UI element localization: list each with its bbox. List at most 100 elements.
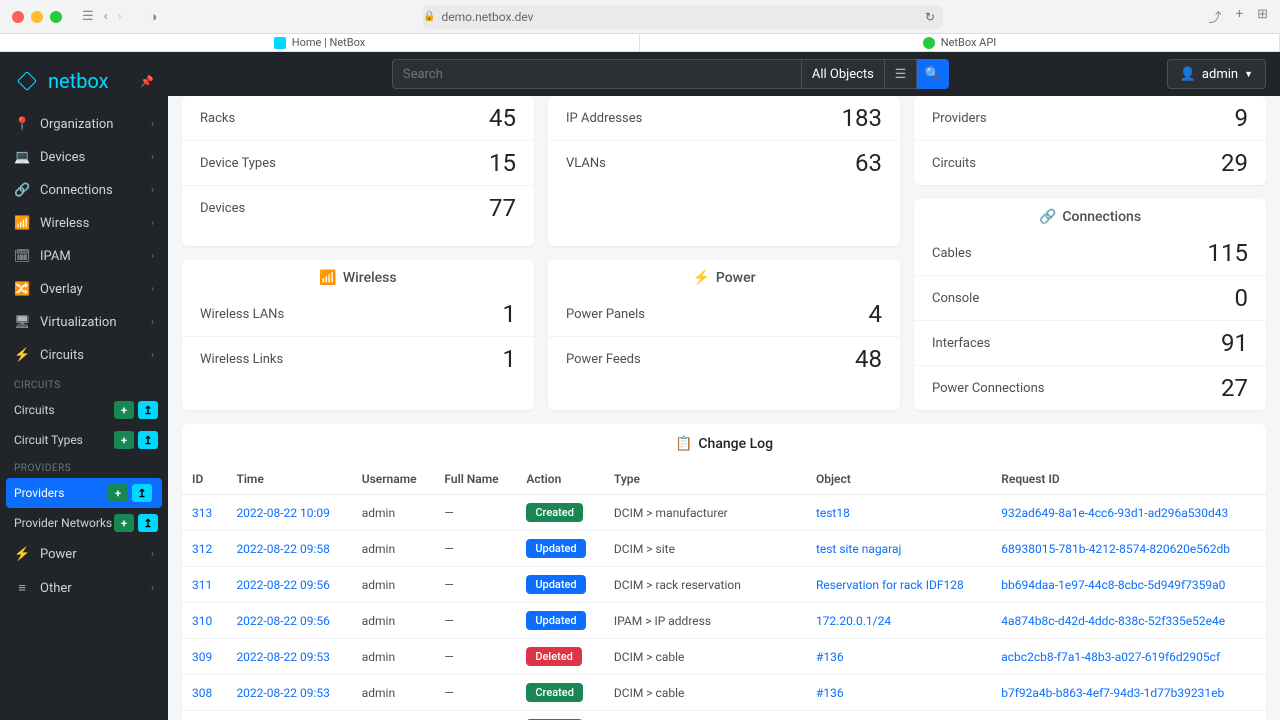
forward-icon[interactable]: › (118, 9, 122, 24)
sidebar-sub-provider-networks[interactable]: Provider Networks+↥ (0, 508, 168, 538)
pin-icon[interactable]: 📌 (140, 75, 154, 88)
sidebar-item-other[interactable]: ≡Other› (0, 571, 168, 605)
chevron-right-icon: › (151, 218, 154, 229)
changelog-time-link[interactable]: 2022-08-22 10:09 (226, 495, 351, 531)
changelog-request-link[interactable]: 4a874b8c-d42d-4ddc-838c-52f335e52e4e (991, 603, 1266, 639)
power-icon: ⚡ (14, 547, 30, 562)
minimize-window-icon[interactable] (31, 11, 43, 23)
stat-row[interactable]: Providers9 (914, 96, 1266, 140)
sidebar-item-connections[interactable]: 🔗Connections› (0, 174, 168, 207)
changelog-object-link[interactable]: Michael Scott (Primary) (806, 711, 991, 720)
stat-value: 115 (1208, 239, 1248, 267)
stat-label: Cables (932, 246, 972, 261)
add-provider-button[interactable]: + (108, 484, 128, 502)
browser-tab-2[interactable]: NetBox API (640, 34, 1280, 51)
changelog-id-link[interactable]: 313 (182, 495, 226, 531)
stat-row[interactable]: Circuits29 (914, 140, 1266, 185)
changelog-time-link[interactable]: 2022-08-22 09:56 (226, 567, 351, 603)
stat-row[interactable]: Device Types15 (182, 140, 534, 185)
stat-row[interactable]: Cables 115 (914, 231, 1266, 275)
changelog-time-link[interactable]: 2022-08-22 09:58 (226, 531, 351, 567)
changelog-id-link[interactable]: 307 (182, 711, 226, 720)
changelog-time-link[interactable]: 2022-08-22 09:56 (226, 603, 351, 639)
add-provider-network-button[interactable]: + (114, 514, 134, 532)
stat-row[interactable]: VLANs63 (548, 140, 900, 185)
changelog-time-link[interactable]: 2022-08-22 09:53 (226, 639, 351, 675)
sidebar-sub-circuit-types[interactable]: Circuit Types+↥ (0, 425, 168, 455)
stat-row[interactable]: Racks45 (182, 96, 534, 140)
search-input[interactable] (392, 59, 802, 89)
stat-value: 9 (1235, 104, 1249, 132)
browser-tab-1[interactable]: Home | NetBox (0, 34, 640, 51)
import-circuit-type-button[interactable]: ↥ (138, 431, 158, 449)
sidebar-item-virtualization[interactable]: 🖥Virtualization› (0, 306, 168, 339)
changelog-object-link[interactable]: Reservation for rack IDF128 (806, 567, 991, 603)
add-circuit-type-button[interactable]: + (114, 431, 134, 449)
new-tab-icon[interactable]: + (1236, 7, 1243, 26)
stat-label: Console (932, 291, 979, 306)
stat-row[interactable]: Power Feeds48 (548, 336, 900, 381)
stat-row[interactable]: Power Panels4 (548, 292, 900, 336)
topbar: All Objects ☰ 🔍 👤admin▼ (168, 52, 1280, 96)
stat-row[interactable]: Power Connections27 (914, 365, 1266, 410)
close-window-icon[interactable] (12, 11, 24, 23)
changelog-object-link[interactable]: #136 (806, 675, 991, 711)
sidebar-item-overlay[interactable]: 🔀Overlay› (0, 273, 168, 306)
sidebar-item-devices[interactable]: 💻Devices› (0, 141, 168, 174)
shield-icon[interactable]: ◑ (149, 9, 157, 25)
share-icon[interactable]: ⤴ (1209, 7, 1222, 26)
changelog-id-link[interactable]: 308 (182, 675, 226, 711)
stat-label: Racks (200, 111, 235, 126)
changelog-object-link[interactable]: test site nagaraj (806, 531, 991, 567)
changelog-id-link[interactable]: 312 (182, 531, 226, 567)
changelog-request-link[interactable]: bb694daa-1e97-44c8-8cbc-5d949f7359a0 (991, 567, 1266, 603)
refresh-icon[interactable]: ↻ (925, 10, 943, 24)
sidebar-item-wireless[interactable]: 📶Wireless› (0, 207, 168, 240)
logo[interactable]: netbox 📌 (0, 60, 168, 108)
changelog-card: 📋Change Log IDTimeUsernameFull NameActio… (182, 424, 1266, 720)
changelog-time-link[interactable]: 2022-08-22 09:53 (226, 675, 351, 711)
sidebar-item-organization[interactable]: 📍Organization› (0, 108, 168, 141)
stat-value: 29 (1221, 149, 1248, 177)
changelog-request-link[interactable]: b7f92a4b-b863-4ef7-94d3-1d77b39231eb (991, 675, 1266, 711)
stat-row[interactable]: IP Addresses183 (548, 96, 900, 140)
changelog-object-link[interactable]: test18 (806, 495, 991, 531)
changelog-object-link[interactable]: 172.20.0.1/24 (806, 603, 991, 639)
sidebar-item-ipam[interactable]: 🗓IPAM› (0, 240, 168, 273)
stat-row[interactable]: Wireless Links1 (182, 336, 534, 381)
changelog-request-link[interactable]: acbc2cb8-f7a1-48b3-a027-619f6d2905cf (991, 639, 1266, 675)
sidebar-item-power[interactable]: ⚡Power› (0, 538, 168, 571)
sidebar-toggle-icon[interactable]: ☰ (82, 9, 94, 24)
search-scope-select[interactable]: All Objects (802, 59, 885, 89)
search-submit-button[interactable]: 🔍 (917, 59, 949, 89)
sidebar-sub-circuits[interactable]: Circuits+↥ (0, 395, 168, 425)
changelog-id-link[interactable]: 310 (182, 603, 226, 639)
maximize-window-icon[interactable] (50, 11, 62, 23)
import-provider-network-button[interactable]: ↥ (138, 514, 158, 532)
import-provider-button[interactable]: ↥ (132, 484, 152, 502)
stat-row[interactable]: Wireless LANs1 (182, 292, 534, 336)
import-circuit-button[interactable]: ↥ (138, 401, 158, 419)
stat-row[interactable]: Devices77 (182, 185, 534, 230)
changelog-request-link[interactable]: 68938015-781b-4212-8574-820620e562db (991, 531, 1266, 567)
changelog-time-link[interactable]: 2022-08-22 09:51 (226, 711, 351, 720)
url-bar[interactable]: 🔒 demo.netbox.dev ↻ (423, 5, 943, 29)
chevron-right-icon: › (151, 152, 154, 163)
changelog-request-link[interactable]: 932ad649-8a1e-4cc6-93d1-ad296a530d43 (991, 495, 1266, 531)
changelog-request-link[interactable]: fb1f14b8-8022-45c3-af75-aa25cd153e20 (991, 711, 1266, 720)
sidebar-sub-providers[interactable]: Providers+↥ (6, 478, 162, 508)
back-icon[interactable]: ‹ (104, 9, 108, 24)
changelog-id-link[interactable]: 311 (182, 567, 226, 603)
stat-row[interactable]: Console0 (914, 275, 1266, 320)
changelog-object-link[interactable]: #136 (806, 639, 991, 675)
search-filter-button[interactable]: ☰ (885, 59, 917, 89)
sidebar-item-circuits[interactable]: ⚡Circuits› (0, 339, 168, 372)
tabs-bar: Home | NetBox NetBox API (0, 34, 1280, 52)
action-badge: Created (526, 683, 583, 702)
stat-row[interactable]: Interfaces91 (914, 320, 1266, 365)
add-circuit-button[interactable]: + (114, 401, 134, 419)
user-menu-button[interactable]: 👤admin▼ (1167, 59, 1266, 89)
tabs-icon[interactable]: ⊞ (1257, 7, 1268, 26)
changelog-id-link[interactable]: 309 (182, 639, 226, 675)
stat-value: 1 (503, 300, 517, 328)
